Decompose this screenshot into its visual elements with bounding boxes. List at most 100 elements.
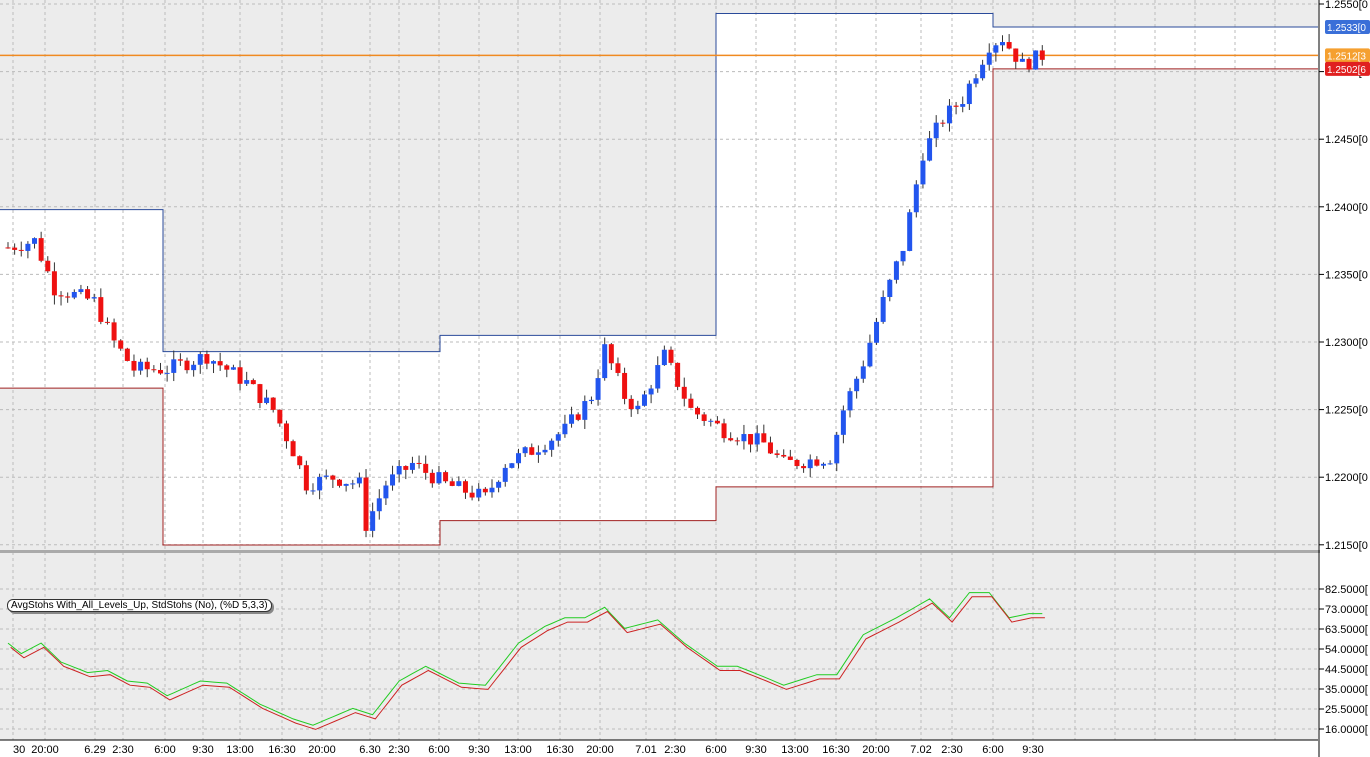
candle bbox=[51, 271, 57, 296]
candle bbox=[104, 321, 110, 323]
candle bbox=[721, 423, 727, 439]
axis-tick-label: 2:30 bbox=[664, 744, 685, 756]
candle bbox=[714, 420, 720, 424]
candle bbox=[953, 105, 959, 107]
axis-tick-label: 2:30 bbox=[941, 744, 962, 756]
candle bbox=[230, 367, 236, 370]
candle bbox=[575, 414, 581, 420]
candle bbox=[946, 105, 952, 124]
axis-tick-label: 9:30 bbox=[745, 744, 766, 756]
axis-tick-label: 16:30 bbox=[268, 744, 296, 756]
axis-tick-label: 1.2350[0 bbox=[1325, 269, 1368, 281]
candle bbox=[317, 476, 323, 491]
candle bbox=[748, 434, 754, 445]
candle bbox=[688, 398, 694, 408]
candle bbox=[18, 249, 24, 251]
axis-tick-label: 1.2300[0 bbox=[1325, 337, 1368, 349]
candle bbox=[907, 212, 913, 251]
candle bbox=[681, 386, 687, 399]
price-chart[interactable]: 1.2550[01.2500[01.2450[01.2400[01.2350[0… bbox=[0, 0, 1370, 757]
candle bbox=[913, 184, 919, 213]
candle bbox=[58, 295, 64, 297]
candle bbox=[363, 477, 369, 531]
candle bbox=[476, 488, 482, 498]
candle bbox=[5, 247, 11, 249]
axis-tick-label: 6:00 bbox=[154, 744, 175, 756]
candle bbox=[1026, 58, 1032, 70]
candle bbox=[270, 397, 276, 410]
axis-tick-label: 9:30 bbox=[468, 744, 489, 756]
candle bbox=[728, 438, 734, 441]
candle bbox=[940, 122, 946, 124]
candle bbox=[900, 250, 906, 262]
candle bbox=[933, 122, 939, 139]
axis-tick-label: 13:00 bbox=[226, 744, 254, 756]
candle bbox=[197, 354, 203, 365]
candle bbox=[91, 297, 97, 299]
axis-tick-label: 25.5000[ bbox=[1325, 704, 1368, 716]
channel-fill bbox=[0, 209, 163, 389]
axis-tick-label: 6:00 bbox=[982, 744, 1003, 756]
candle bbox=[840, 410, 846, 435]
candle bbox=[1039, 50, 1045, 60]
candle bbox=[277, 409, 283, 424]
candle bbox=[376, 498, 382, 512]
candle bbox=[78, 289, 84, 292]
candle bbox=[986, 52, 992, 65]
candle bbox=[283, 423, 289, 442]
candle bbox=[787, 456, 793, 460]
axis-tick-label: 16.0000[ bbox=[1325, 724, 1368, 736]
axis-tick-label: 7.02 bbox=[910, 744, 931, 756]
chart-window: 1.2550[01.2500[01.2450[01.2400[01.2350[0… bbox=[0, 0, 1370, 757]
candle bbox=[834, 434, 840, 464]
axis-tick-label: 82.5000[ bbox=[1325, 584, 1368, 596]
axis-tick-label: 1.2400[0 bbox=[1325, 202, 1368, 214]
axis-tick-label: 35.0000[ bbox=[1325, 684, 1368, 696]
candle bbox=[416, 462, 422, 464]
candle bbox=[191, 364, 197, 371]
candle bbox=[602, 344, 608, 379]
axis-tick-label: 30 bbox=[13, 744, 25, 756]
axis-tick-label: 63.5000[ bbox=[1325, 624, 1368, 636]
candle bbox=[184, 360, 190, 371]
candle bbox=[204, 354, 210, 364]
candle bbox=[993, 45, 999, 53]
candle bbox=[893, 261, 899, 280]
candle bbox=[542, 449, 548, 453]
candle bbox=[774, 453, 780, 455]
candle bbox=[529, 447, 535, 455]
candle bbox=[482, 488, 488, 493]
candle bbox=[860, 366, 866, 379]
candle bbox=[973, 78, 979, 84]
axis-tick-label: 9:30 bbox=[1022, 744, 1043, 756]
candle bbox=[794, 459, 800, 467]
candle bbox=[429, 472, 435, 484]
candle bbox=[628, 398, 634, 410]
candle bbox=[641, 394, 647, 406]
candle bbox=[516, 453, 522, 464]
candle bbox=[403, 466, 409, 470]
candle bbox=[71, 291, 77, 298]
candle bbox=[761, 433, 767, 443]
candle bbox=[595, 378, 601, 400]
axis-tick-label: 1.2200[0 bbox=[1325, 472, 1368, 484]
axis-tick-label: 20:00 bbox=[31, 744, 59, 756]
axis-tick-label: 13:00 bbox=[504, 744, 532, 756]
axis-tick-label: 54.0000[ bbox=[1325, 644, 1368, 656]
candle bbox=[224, 365, 230, 370]
candle bbox=[920, 160, 926, 185]
candle bbox=[874, 321, 880, 343]
candle bbox=[138, 361, 144, 371]
candle bbox=[608, 344, 614, 364]
candle bbox=[648, 388, 654, 395]
axis-tick-label: 16:30 bbox=[546, 744, 574, 756]
candle bbox=[124, 348, 130, 361]
price-tag-label: 1.2512[3 bbox=[1327, 51, 1366, 62]
indicator-label[interactable]: AvgStohs With_All_Levels_Up, StdStohs (N… bbox=[7, 599, 272, 612]
candle bbox=[38, 238, 44, 261]
candle bbox=[569, 414, 575, 424]
candle bbox=[290, 441, 296, 457]
candle bbox=[535, 452, 541, 455]
candle bbox=[443, 472, 449, 482]
axis-tick-label: 2:30 bbox=[388, 744, 409, 756]
